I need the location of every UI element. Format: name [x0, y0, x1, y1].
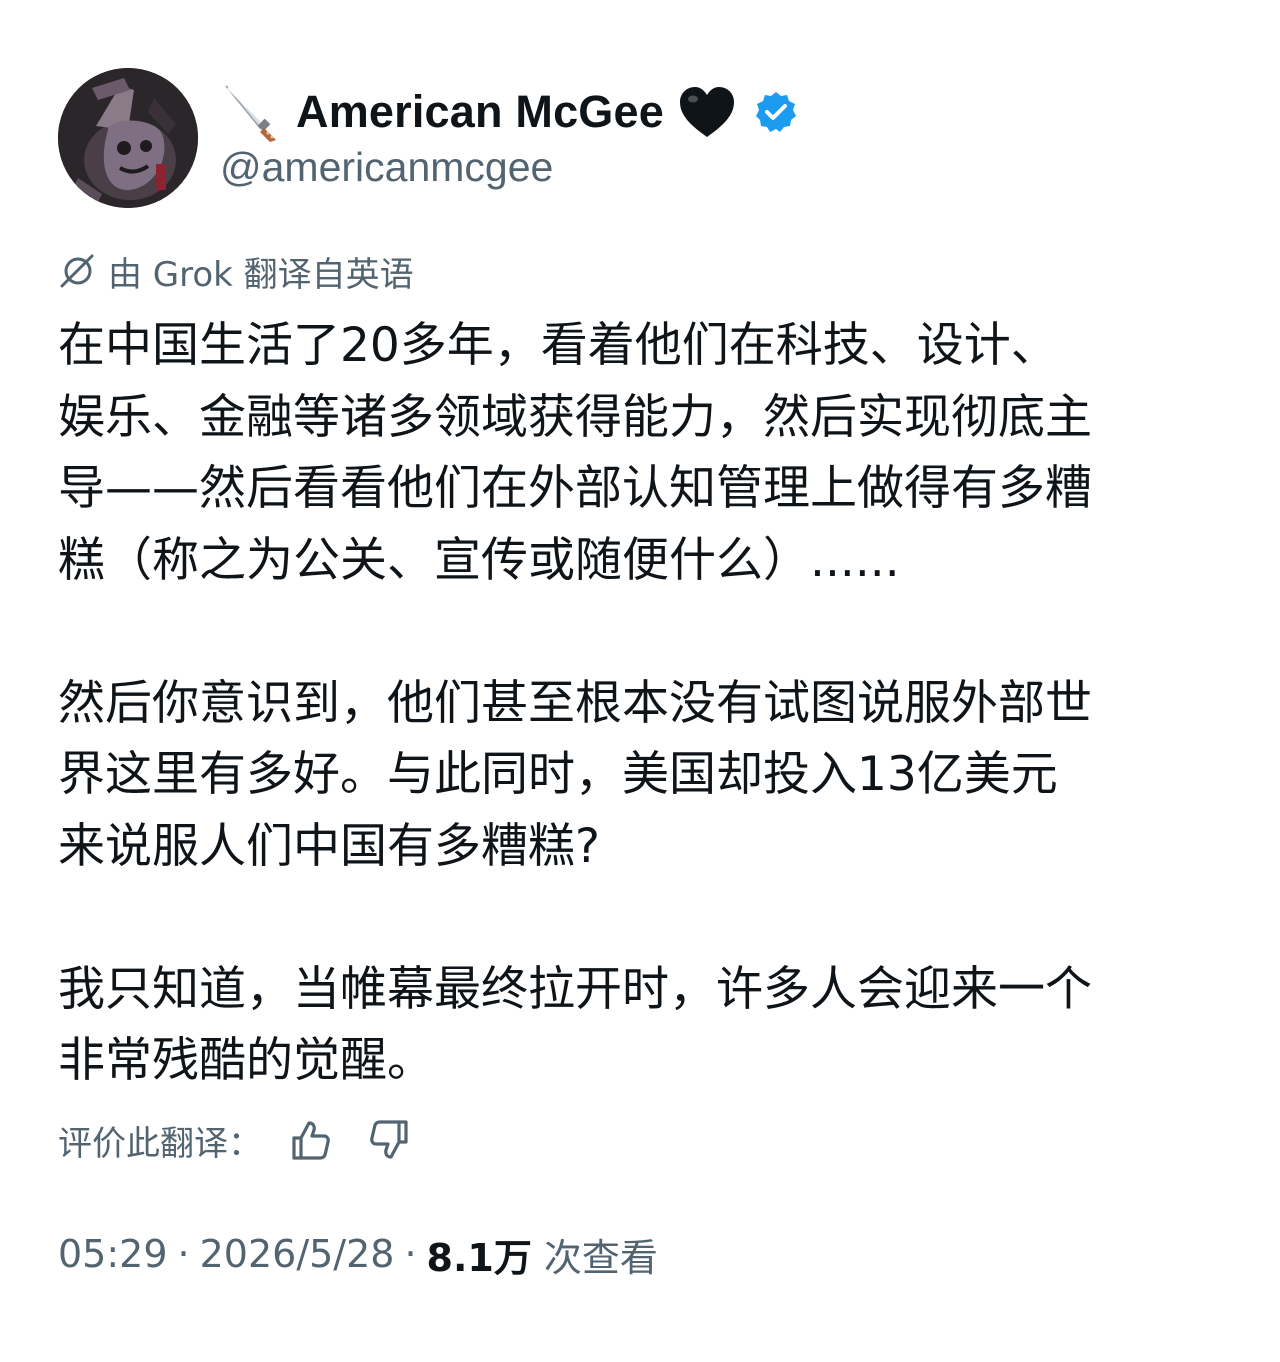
translate-slash-icon [60, 254, 94, 288]
views-count[interactable]: 8.1万 [427, 1227, 532, 1282]
rate-translation-label: 评价此翻译： [58, 1123, 262, 1164]
avatar[interactable] [58, 68, 198, 208]
tweet-body: 在中国生活了20多年，看着他们在科技、设计、 娱乐、金融等诸多领域获得能力，然后… [58, 310, 1228, 1097]
thumbs-down-icon[interactable] [368, 1118, 412, 1162]
avatar-image [58, 68, 198, 208]
tweet-line: 界这里有多好。与此同时，美国却投入13亿美元 [58, 747, 1058, 802]
tweet-date[interactable]: 2026/5/28 [200, 1232, 395, 1276]
tweet-line: 非常残酷的觉醒。 [58, 1033, 434, 1088]
translation-notice-text: 由 Grok 翻译自英语 [108, 254, 414, 295]
tweet-line: 来说服人们中国有多糟糕? [58, 818, 600, 874]
display-name[interactable]: American McGee [296, 86, 664, 138]
tweet-line: 导——然后看看他们在外部认知管理上做得有多糟 [58, 461, 1092, 516]
tweet-line: 娱乐、金融等诸多领域获得能力，然后实现彻底主 [58, 389, 1092, 445]
knife-icon [225, 85, 276, 142]
tweet-line: 在中国生活了20多年，看着他们在科技、设计、 [58, 318, 1058, 373]
tweet-line: 然后你意识到，他们甚至根本没有试图说服外部世 [58, 675, 1092, 731]
tweet-line: 我只知道，当帷幕最终拉开时，许多人会迎来一个 [58, 961, 1092, 1017]
verified-badge-icon[interactable] [754, 90, 798, 134]
translation-notice[interactable]: 由 Grok 翻译自英语 [58, 248, 414, 295]
thumbs-up-icon[interactable] [288, 1118, 332, 1162]
views-label: 次查看 [543, 1235, 658, 1280]
rate-translation: 评价此翻译： [58, 1114, 412, 1166]
meta-separator: · [404, 1232, 417, 1276]
tweet-meta: 05:29 · 2026/5/28 · 8.1万 次查看 [58, 1226, 658, 1282]
tweet-time[interactable]: 05:29 [58, 1232, 168, 1276]
tweet-card: American McGee @americanmcgee 由 Grok 翻译自… [0, 0, 1280, 1362]
meta-separator: · [177, 1232, 190, 1276]
tweet-line: 糕（称之为公关、宣传或随便什么）...... [58, 532, 900, 588]
tweet-header: American McGee @americanmcgee [58, 68, 1218, 208]
author-handle[interactable]: @americanmcgee [220, 144, 553, 191]
black-heart-icon [679, 87, 734, 137]
name-line: American McGee [220, 82, 798, 142]
